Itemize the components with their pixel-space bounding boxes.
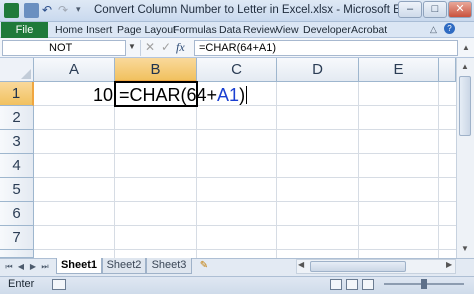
cell-reference-a1: A1 <box>217 85 240 105</box>
scroll-left-icon[interactable]: ◀ <box>298 260 304 269</box>
first-sheet-icon[interactable]: ⏮ <box>4 260 14 274</box>
insert-sheet-icon[interactable]: ✎ <box>198 259 210 273</box>
name-box[interactable]: NOT <box>2 40 126 56</box>
last-sheet-icon[interactable]: ⏭ <box>40 260 50 274</box>
prev-sheet-icon[interactable]: ◀ <box>16 260 26 274</box>
minimize-ribbon-icon[interactable]: △ <box>430 24 437 35</box>
name-box-dropdown-icon[interactable]: ▼ <box>128 42 136 51</box>
gridline <box>358 82 359 258</box>
column-header-a[interactable]: A <box>34 58 115 82</box>
expand-formula-bar-icon[interactable]: ▲ <box>460 40 472 56</box>
tab-developer[interactable]: Developer <box>303 24 351 36</box>
column-header-b[interactable]: B <box>115 58 197 82</box>
gridline <box>34 177 456 178</box>
row-header-8[interactable] <box>0 250 34 258</box>
formula-close-paren: ) <box>239 85 246 105</box>
scroll-right-icon[interactable]: ▶ <box>446 260 452 269</box>
column-header-d[interactable]: D <box>277 58 359 82</box>
tab-acrobat[interactable]: Acrobat <box>351 24 387 36</box>
select-all-button[interactable] <box>0 58 34 82</box>
formula-input[interactable]: =CHAR(64+A1) <box>194 40 458 56</box>
row-header-2[interactable]: 2 <box>0 106 34 130</box>
gridline <box>34 249 456 250</box>
normal-view-icon[interactable] <box>330 279 342 290</box>
row-header-3[interactable]: 3 <box>0 130 34 154</box>
page-layout-view-icon[interactable] <box>346 279 358 290</box>
save-icon[interactable] <box>24 3 39 18</box>
tab-data[interactable]: Data <box>219 24 241 36</box>
macro-record-icon[interactable] <box>52 279 66 290</box>
minimize-button[interactable]: – <box>398 1 422 18</box>
sheet-tab-sheet3[interactable]: Sheet3 <box>146 258 192 274</box>
status-mode: Enter <box>8 278 35 290</box>
column-header-e[interactable]: E <box>359 58 439 82</box>
redo-icon[interactable]: ↷ <box>58 3 68 17</box>
enter-icon[interactable]: ✓ <box>161 40 171 54</box>
gridline <box>276 82 277 258</box>
sheet-tab-sheet2[interactable]: Sheet2 <box>102 258 146 274</box>
row-header-4[interactable]: 4 <box>0 154 34 178</box>
excel-app-icon[interactable] <box>4 3 19 18</box>
horizontal-scroll-thumb[interactable] <box>310 261 406 272</box>
reference-highlight <box>34 81 116 107</box>
text-cursor <box>246 86 248 104</box>
sheet-tab-sheet1[interactable]: Sheet1 <box>56 258 102 274</box>
formula-text: =CHAR(64+ <box>119 85 218 105</box>
gridline <box>34 129 456 130</box>
scroll-up-icon[interactable]: ▲ <box>458 60 472 74</box>
row-header-5[interactable]: 5 <box>0 178 34 202</box>
gridline <box>34 225 456 226</box>
cancel-icon[interactable]: ✕ <box>145 40 155 54</box>
next-sheet-icon[interactable]: ▶ <box>28 260 38 274</box>
tab-formulas[interactable]: Formulas <box>173 24 217 36</box>
tab-page-layout[interactable]: Page Layout <box>117 24 176 36</box>
gridline <box>34 153 456 154</box>
tab-view[interactable]: View <box>276 24 299 36</box>
column-header-f[interactable] <box>439 58 456 82</box>
cell-b1-editing[interactable]: =CHAR(64+A1) <box>114 81 248 107</box>
gridline <box>438 82 439 258</box>
row-header-1[interactable]: 1 <box>0 82 34 106</box>
help-icon[interactable]: ? <box>444 23 455 34</box>
scroll-down-icon[interactable]: ▼ <box>458 242 472 256</box>
formula-bar-divider <box>140 40 141 56</box>
gridline <box>196 82 197 258</box>
file-tab[interactable]: File <box>1 22 48 38</box>
undo-icon[interactable]: ↶ <box>42 3 52 17</box>
gridline <box>114 82 115 258</box>
tab-home[interactable]: Home <box>55 24 83 36</box>
gridline <box>34 201 456 202</box>
column-header-c[interactable]: C <box>197 58 277 82</box>
status-bar <box>0 276 474 294</box>
window-title: Convert Column Number to Letter in Excel… <box>94 4 422 16</box>
row-header-7[interactable]: 7 <box>0 226 34 250</box>
row-header-6[interactable]: 6 <box>0 202 34 226</box>
page-break-preview-icon[interactable] <box>362 279 374 290</box>
close-button[interactable]: ✕ <box>448 1 472 18</box>
tab-insert[interactable]: Insert <box>86 24 112 36</box>
vertical-scroll-thumb[interactable] <box>459 76 471 136</box>
insert-function-button[interactable]: fx <box>176 40 185 55</box>
customize-toolbar-icon[interactable]: ▾ <box>76 4 81 15</box>
maximize-button[interactable]: □ <box>423 1 447 18</box>
tab-review[interactable]: Review <box>243 24 277 36</box>
zoom-slider-thumb[interactable] <box>421 279 427 289</box>
